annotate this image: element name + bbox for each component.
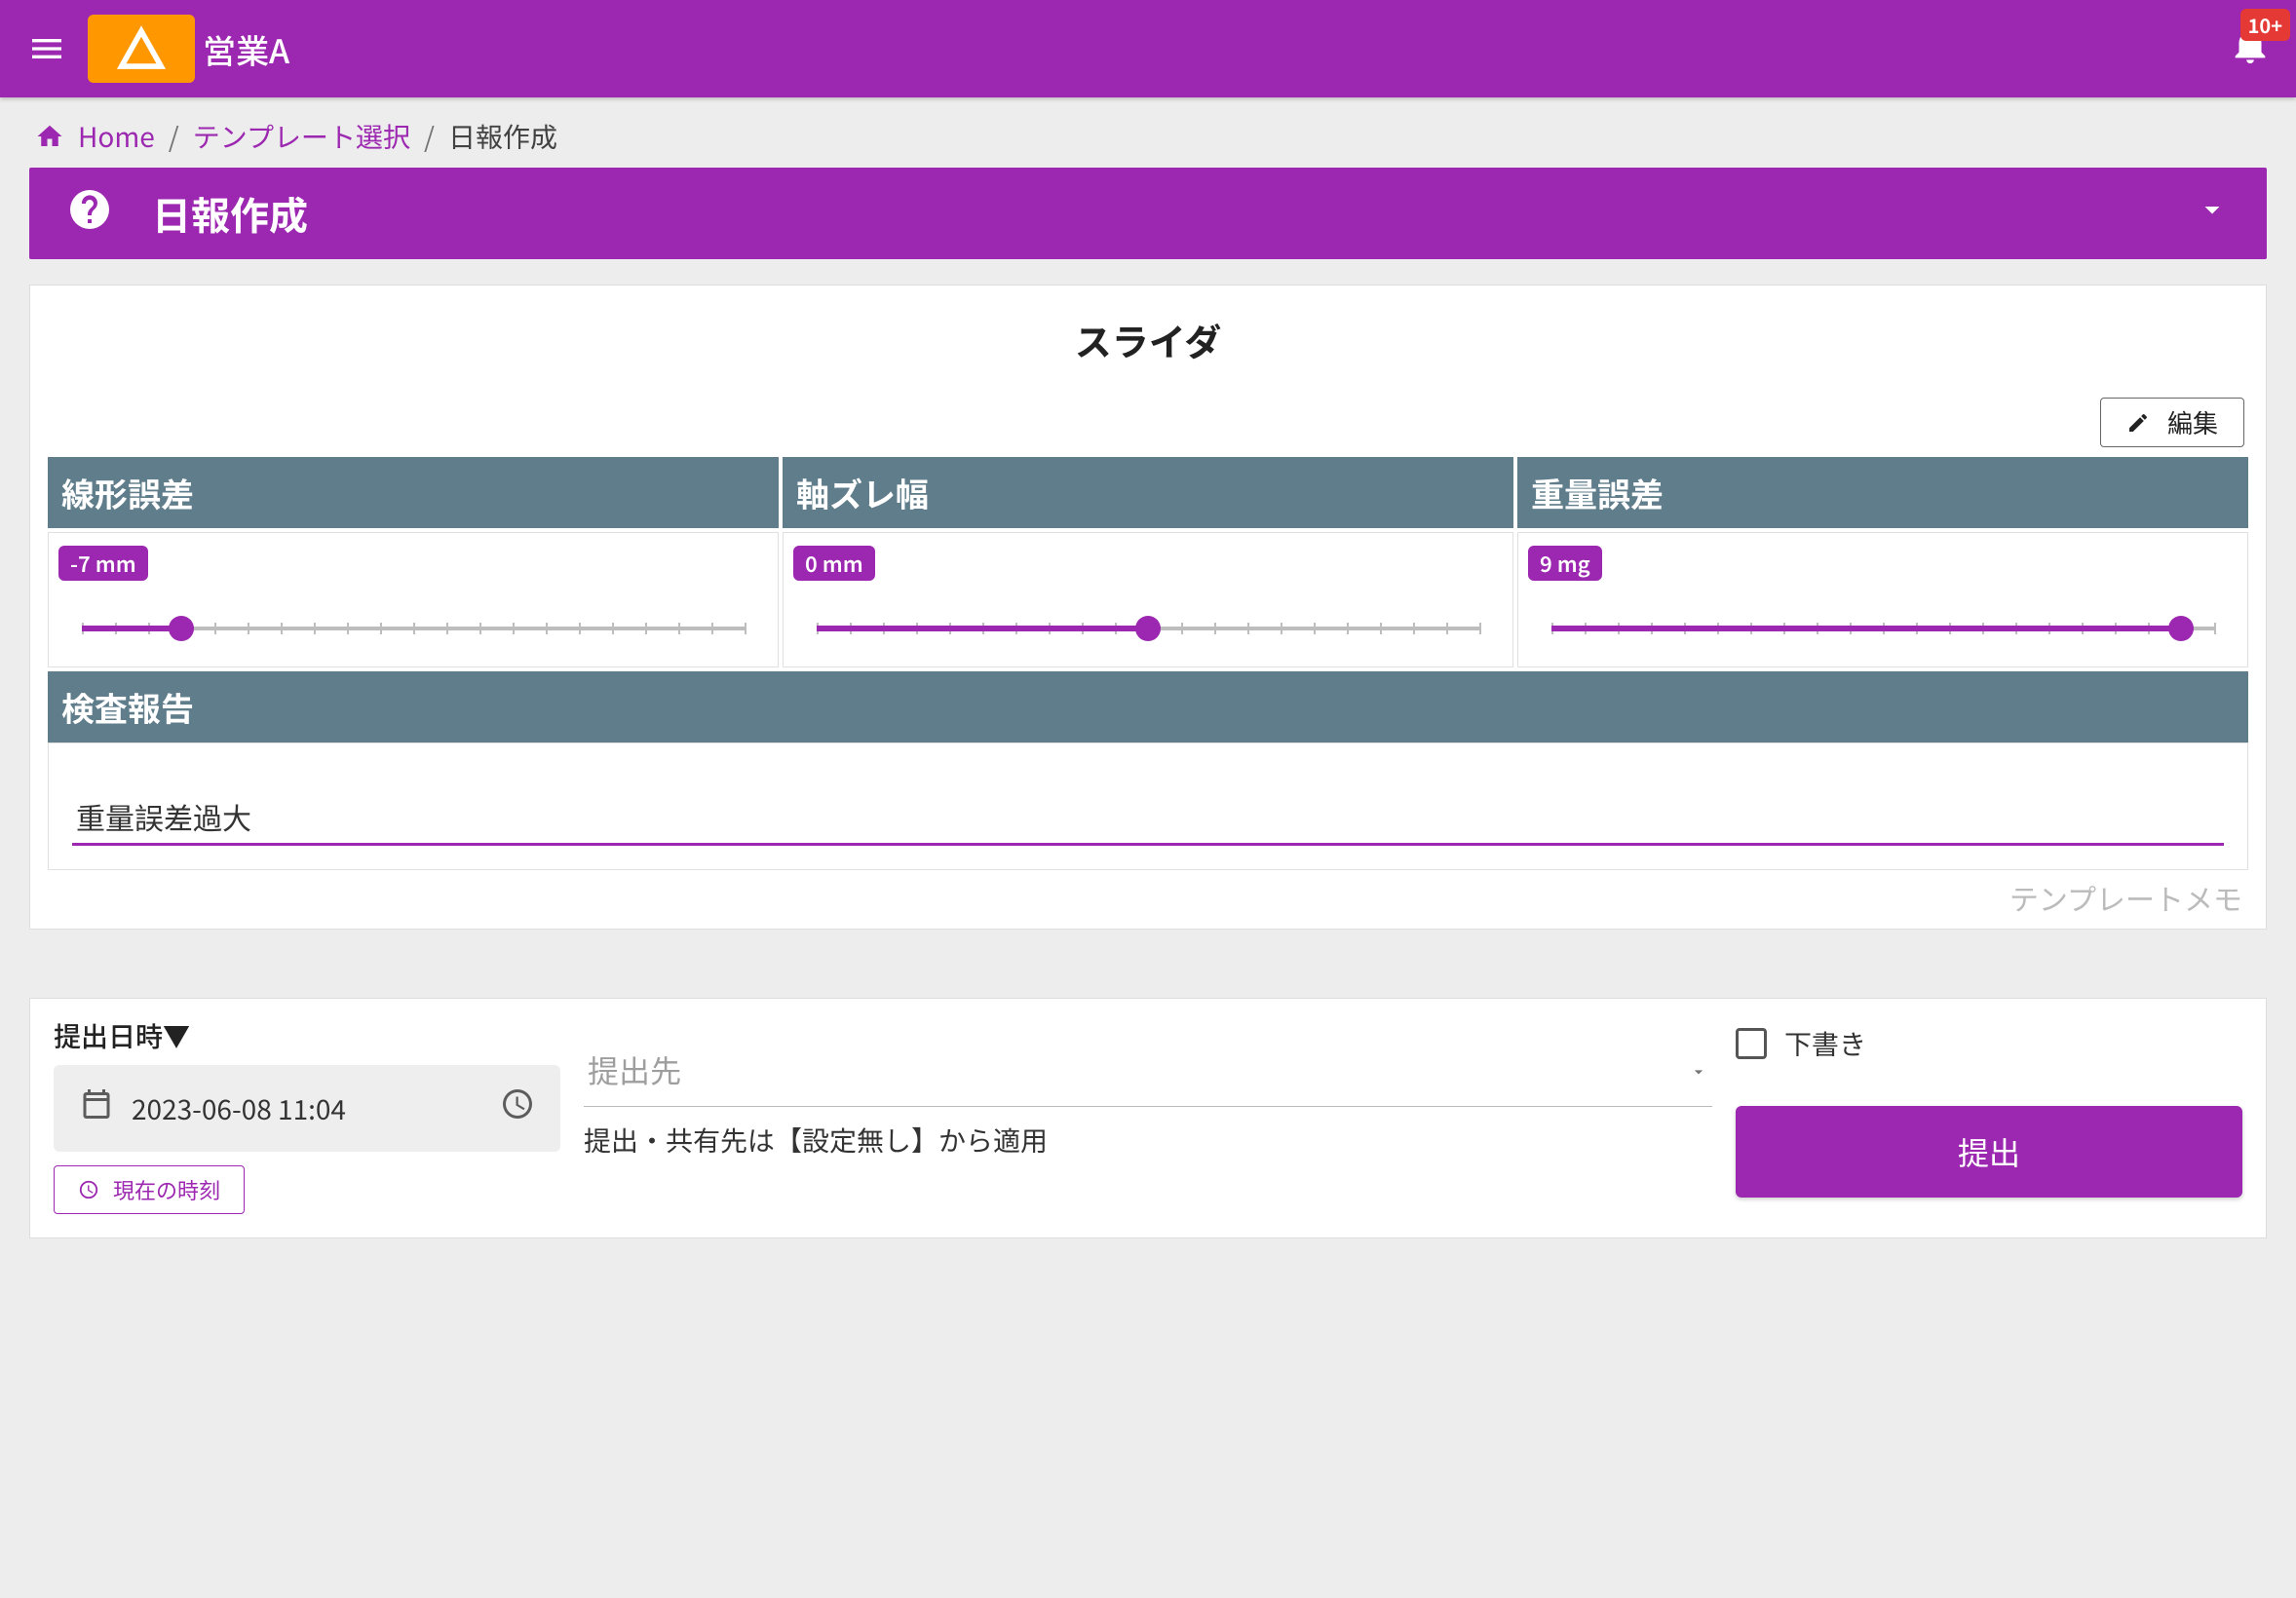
chevron-down-icon[interactable] — [2195, 192, 2230, 236]
appbar: 営業A 10+ — [0, 0, 2296, 97]
page-title-bar: 日報作成 — [29, 168, 2267, 259]
appbar-title: 営業A — [203, 25, 289, 73]
submit-panel: 提出日時▼ 2023-06-08 11:04 現在の時刻 提出先 提出・共有先は… — [29, 998, 2267, 1238]
report-input[interactable] — [72, 790, 2224, 846]
breadcrumb-home[interactable]: Home — [78, 117, 155, 156]
checkbox-icon — [1736, 1028, 1767, 1059]
destination-select[interactable]: 提出先 — [584, 1034, 1712, 1107]
slider-thumb-1[interactable] — [1135, 616, 1161, 641]
now-button[interactable]: 現在の時刻 — [54, 1165, 245, 1214]
datetime-picker[interactable]: 2023-06-08 11:04 — [54, 1065, 560, 1152]
slider-header-1: 軸ズレ幅 — [783, 457, 1513, 528]
dropdown-triangle-icon — [1689, 1050, 1708, 1090]
draft-label: 下書き — [1784, 1024, 1866, 1063]
form-card: スライダ 編集 線形誤差軸ズレ幅重量誤差 -7 mm 0 mm — [29, 285, 2267, 930]
home-icon[interactable] — [35, 117, 64, 156]
page-title: 日報作成 — [152, 185, 2195, 242]
report-header: 検査報告 — [48, 671, 2248, 742]
hamburger-menu-icon[interactable] — [23, 25, 70, 72]
slider-thumb-2[interactable] — [2168, 616, 2194, 641]
breadcrumb-current: 日報作成 — [448, 117, 557, 156]
section-title: スライダ — [48, 303, 2248, 392]
slider-cell-0: -7 mm — [48, 532, 779, 667]
slider-2[interactable] — [1551, 620, 2214, 637]
datetime-value: 2023-06-08 11:04 — [132, 1089, 482, 1128]
clock-icon — [500, 1086, 535, 1130]
slider-value-badge-1: 0 mm — [793, 546, 875, 581]
breadcrumb: Home / テンプレート選択 / 日報作成 — [0, 97, 2296, 168]
breadcrumb-template-select[interactable]: テンプレート選択 — [193, 117, 410, 156]
app-logo — [88, 15, 195, 83]
slider-1[interactable] — [817, 620, 1479, 637]
notification-badge: 10+ — [2240, 9, 2290, 41]
slider-0[interactable] — [82, 620, 745, 637]
breadcrumb-separator: / — [424, 117, 435, 156]
notifications-button[interactable]: 10+ — [2228, 22, 2273, 76]
edit-button-label: 編集 — [2167, 404, 2218, 440]
slider-header-0: 線形誤差 — [48, 457, 779, 528]
slider-thumb-0[interactable] — [169, 616, 194, 641]
calendar-icon — [79, 1086, 114, 1130]
slider-value-badge-0: -7 mm — [58, 546, 148, 581]
edit-button[interactable]: 編集 — [2100, 398, 2244, 447]
slider-cell-2: 9 mg — [1517, 532, 2248, 667]
template-memo-link[interactable]: テンプレートメモ — [48, 870, 2248, 921]
destination-note: 提出・共有先は【設定無し】から適用 — [584, 1121, 1712, 1160]
pencil-icon — [2126, 411, 2150, 435]
draft-checkbox[interactable]: 下書き — [1736, 1024, 2242, 1063]
submit-button[interactable]: 提出 — [1736, 1106, 2242, 1198]
slider-value-badge-2: 9 mg — [1528, 546, 1602, 581]
slider-cell-1: 0 mm — [783, 532, 1513, 667]
submit-datetime-label[interactable]: 提出日時▼ — [54, 1016, 560, 1055]
now-button-label: 現在の時刻 — [113, 1174, 220, 1205]
breadcrumb-separator: / — [169, 117, 179, 156]
destination-placeholder: 提出先 — [588, 1047, 1689, 1092]
help-icon[interactable] — [66, 186, 152, 242]
slider-header-2: 重量誤差 — [1517, 457, 2248, 528]
clock-icon — [78, 1179, 99, 1200]
